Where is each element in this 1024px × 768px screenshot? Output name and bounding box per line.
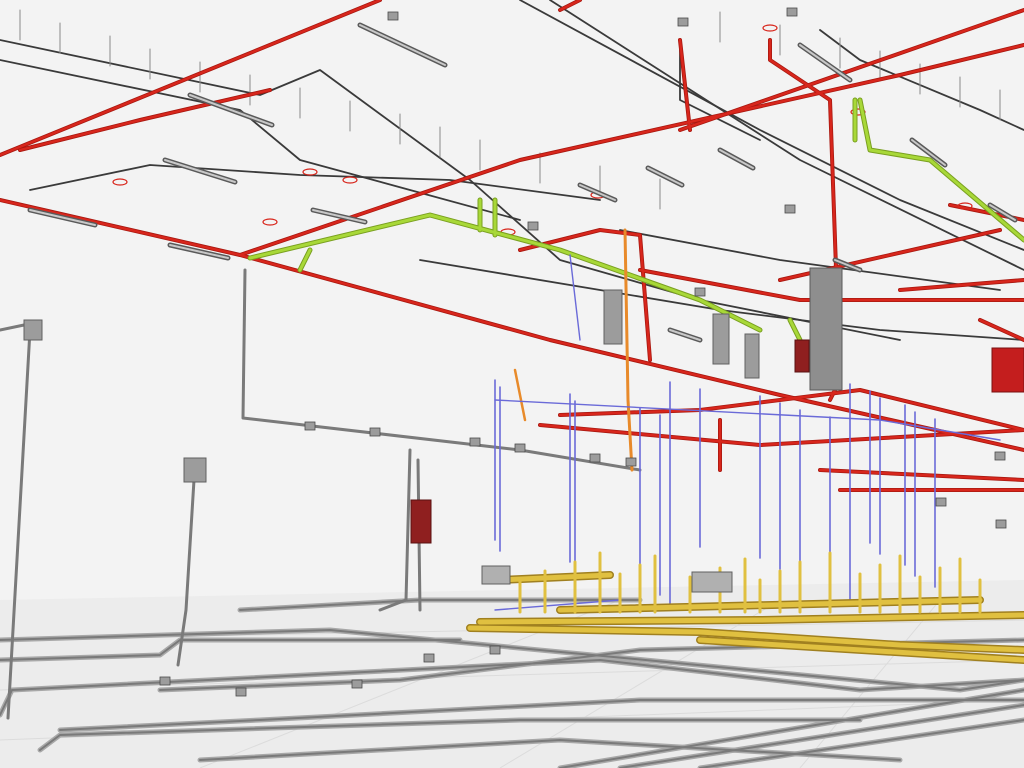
air-handling-unit[interactable] [809, 267, 843, 391]
mep-3d-model [0, 0, 1024, 768]
junction-box-15 [423, 653, 435, 663]
junction-box-7 [677, 17, 689, 27]
distribution-panel-3[interactable] [744, 333, 760, 379]
junction-box-17 [995, 519, 1007, 529]
disconnect-box-mid[interactable] [183, 457, 207, 483]
junction-box-3 [514, 443, 526, 453]
pull-box-2[interactable] [691, 571, 733, 593]
junction-box-11 [784, 204, 796, 214]
junction-box-10 [694, 287, 706, 297]
disconnect-box-left[interactable] [23, 319, 43, 341]
junction-box-5 [625, 457, 637, 467]
distribution-panel-2[interactable] [712, 313, 730, 365]
junction-box-16 [489, 645, 501, 655]
distribution-panel[interactable] [603, 289, 623, 345]
junction-box-0 [304, 421, 316, 431]
junction-box-6 [387, 11, 399, 21]
junction-box-9 [527, 221, 539, 231]
junction-box-2 [469, 437, 481, 447]
junction-box-19 [935, 497, 947, 507]
junction-box-1 [369, 427, 381, 437]
electrical-panel[interactable] [410, 499, 432, 544]
junction-box-13 [235, 687, 247, 697]
vav-box[interactable] [794, 339, 810, 373]
junction-box-4 [589, 453, 601, 463]
junction-box-14 [351, 679, 363, 689]
fire-alarm-panel[interactable] [991, 347, 1024, 393]
pull-box[interactable] [481, 565, 511, 585]
junction-box-18 [994, 451, 1006, 461]
junction-box-12 [159, 676, 171, 686]
junction-box-8 [786, 7, 798, 17]
